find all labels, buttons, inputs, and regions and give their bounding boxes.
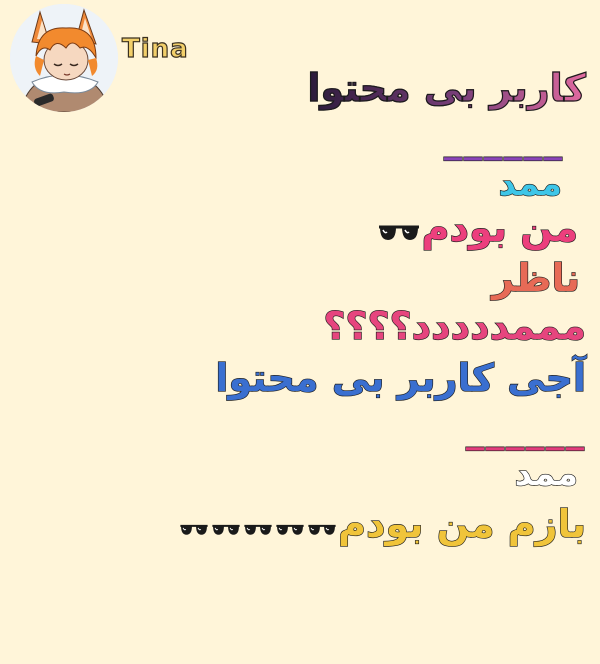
username[interactable]: Tina	[121, 33, 189, 64]
sunglasses-icon	[243, 505, 273, 549]
message-1: من بودم	[376, 205, 579, 253]
speaker-name-1: ممد	[498, 163, 563, 204]
sunglasses-row	[178, 502, 338, 546]
sunglasses-icon	[275, 505, 305, 549]
message-1-text: من بودم	[421, 205, 579, 250]
message-2: ناظر	[491, 255, 580, 300]
post-title: کاربر بی محتوا	[307, 65, 587, 110]
avatar-image	[10, 4, 118, 112]
sunglasses-icon	[211, 505, 241, 549]
speaker-name-2: ممد	[514, 453, 579, 494]
avatar[interactable]	[10, 4, 118, 112]
separator-2: ______	[465, 409, 586, 451]
sunglasses-icon	[377, 209, 421, 253]
sunglasses-icon	[307, 505, 337, 549]
message-4: آجی کاربر بی محتوا	[215, 355, 587, 400]
message-5: بازم من بودم	[178, 501, 587, 549]
message-5-text: بازم من بودم	[337, 501, 586, 546]
separator-1: ______	[443, 119, 564, 161]
sunglasses-icon	[179, 505, 209, 549]
message-3: مممددددد؟؟؟؟	[323, 303, 587, 348]
